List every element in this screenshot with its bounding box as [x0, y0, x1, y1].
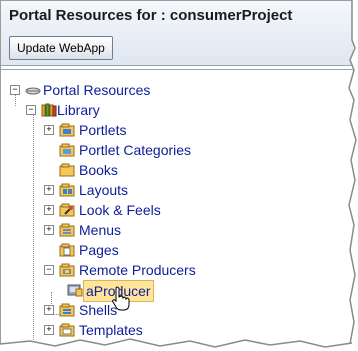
tree-label-templates: Templates [79, 322, 143, 338]
tree-node-books[interactable]: Books [41, 160, 301, 180]
collapse-toggle[interactable]: − [26, 105, 36, 115]
menus-icon [59, 223, 75, 237]
pages-icon [59, 243, 75, 257]
expand-toggle[interactable]: + [44, 125, 54, 135]
expand-toggle[interactable]: + [44, 325, 54, 335]
tree-label-portal-resources: Portal Resources [43, 82, 151, 98]
tree-node-layouts[interactable]: + Layouts [41, 180, 301, 200]
hand-cursor-icon [112, 286, 130, 311]
tree-node-look-and-feels[interactable]: + Look & Feels [41, 200, 301, 220]
expand-toggle[interactable]: + [44, 305, 54, 315]
tree-label-remote-producers: Remote Producers [79, 262, 196, 278]
tree-label-portlets: Portlets [79, 122, 127, 138]
portal-resources-icon [25, 87, 41, 95]
remote-producers-icon [59, 263, 75, 277]
library-icon [41, 103, 57, 117]
tree-node-remote-producers[interactable]: − Remote Producers [41, 260, 301, 280]
tree-label-library: Library [57, 102, 100, 118]
tree-node-templates[interactable]: + Templates [41, 320, 301, 340]
collapse-toggle[interactable]: − [44, 265, 54, 275]
tree-node-portlet-categories[interactable]: Portlet Categories [41, 140, 301, 160]
tree-node-library[interactable]: − Library [23, 100, 223, 120]
tree-node-aproducer[interactable]: aProducer [67, 280, 287, 302]
tree-node-portlets[interactable]: + Portlets [41, 120, 301, 140]
resource-tree: − Portal Resources − Library + Portlets … [1, 69, 353, 345]
collapse-toggle[interactable]: − [10, 85, 20, 95]
books-icon [59, 163, 75, 177]
expand-toggle[interactable]: + [44, 225, 54, 235]
tree-node-portal-resources[interactable]: − Portal Resources [7, 80, 207, 100]
tree-label-layouts: Layouts [79, 182, 129, 198]
producer-icon [67, 284, 83, 297]
tree-node-menus[interactable]: + Menus [41, 220, 301, 240]
panel-title: Portal Resources for : consumerProject [9, 7, 293, 24]
portlet-categories-icon [59, 143, 75, 157]
update-webapp-button[interactable]: Update WebApp [9, 36, 113, 60]
tree-label-menus: Menus [79, 222, 122, 238]
tree-label-books: Books [79, 162, 118, 178]
layouts-icon [59, 183, 75, 197]
templates-icon [59, 323, 75, 337]
tree-node-pages[interactable]: Pages [41, 240, 301, 260]
shells-icon [59, 303, 75, 317]
portal-resources-panel: Portal Resources for : consumerProject U… [0, 0, 353, 345]
tree-label-pages: Pages [79, 242, 119, 258]
expand-toggle[interactable]: + [44, 185, 54, 195]
expand-toggle[interactable]: + [44, 205, 54, 215]
look-and-feels-icon [59, 203, 75, 217]
portlets-icon [59, 123, 75, 137]
tree-label-portlet-categories: Portlet Categories [79, 142, 192, 158]
tree-label-look-and-feels: Look & Feels [79, 202, 161, 218]
panel-header: Portal Resources for : consumerProject U… [1, 1, 353, 66]
tree-node-shells[interactable]: + Shells [41, 300, 301, 320]
